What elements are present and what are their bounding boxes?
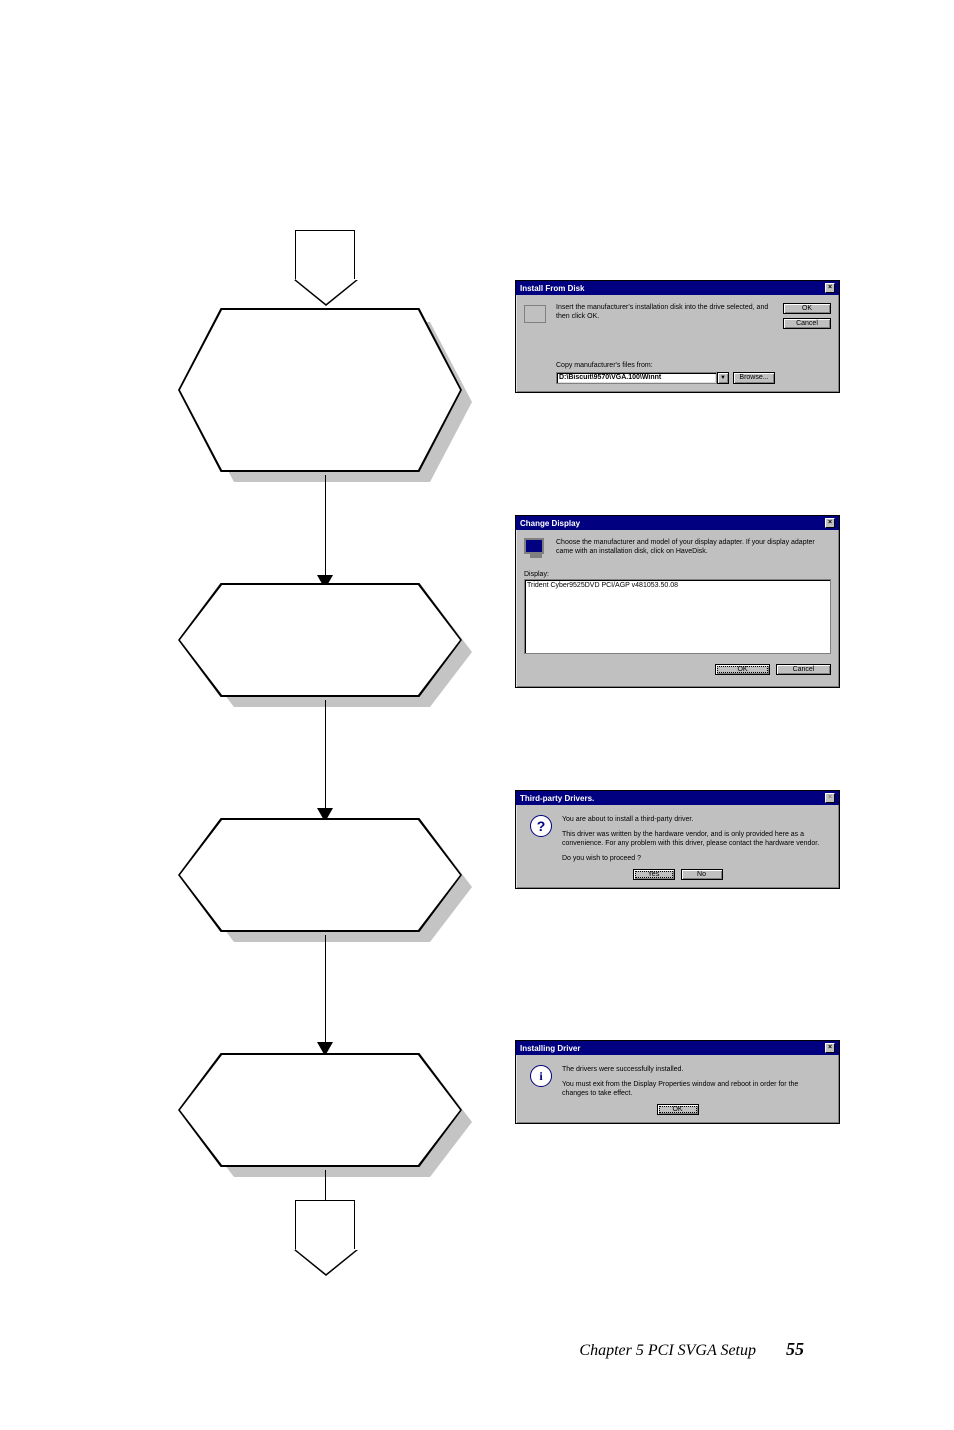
list-item[interactable]: Trident Cyber9525DVD PCI/AGP v481053.50.…: [527, 582, 828, 589]
footer-chapter: Chapter 5 PCI SVGA Setup: [579, 1342, 756, 1360]
no-button[interactable]: No: [681, 869, 723, 880]
flow-connector-in: [295, 230, 355, 280]
ok-button[interactable]: OK: [657, 1104, 699, 1115]
dialog-change-display: Change Display × Choose the manufacturer…: [515, 515, 840, 688]
titlebar-driver: Installing Driver ×: [516, 1041, 839, 1055]
title-text: Third-party Drivers.: [520, 794, 594, 803]
display-label: Display:: [524, 570, 831, 579]
close-icon[interactable]: ×: [825, 1043, 835, 1053]
close-icon: ×: [825, 793, 835, 803]
flow-arrow-1: [325, 475, 326, 580]
flow-arrow-3: [325, 935, 326, 1043]
display-listbox[interactable]: Trident Cyber9525DVD PCI/AGP v481053.50.…: [524, 579, 831, 654]
title-text: Change Display: [520, 519, 580, 528]
close-icon[interactable]: ×: [825, 518, 835, 528]
page-footer: Chapter 5 PCI SVGA Setup 55: [579, 1339, 804, 1360]
titlebar-third: Third-party Drivers. ×: [516, 791, 839, 805]
dialog-installing-driver: Installing Driver × i The drivers were s…: [515, 1040, 840, 1124]
flow-arrow-2: [325, 700, 326, 810]
disk-icon: [524, 303, 548, 327]
path-input[interactable]: D:\Biscuit\9570\VGA.100\Winnt: [556, 372, 717, 384]
third-line2: This driver was written by the hardware …: [562, 830, 825, 848]
install-instruction-text: Insert the manufacturer's installation d…: [556, 303, 775, 321]
cancel-button[interactable]: Cancel: [776, 664, 831, 675]
info-icon: i: [530, 1065, 554, 1089]
dropdown-arrow-icon[interactable]: ▼: [717, 372, 729, 384]
driver-line1: The drivers were successfully installed.: [562, 1065, 825, 1074]
cancel-button[interactable]: Cancel: [783, 318, 831, 329]
flow-arrow-4: [325, 1170, 326, 1200]
third-line1: You are about to install a third-party d…: [562, 815, 825, 824]
monitor-icon: [524, 538, 548, 562]
title-text: Install From Disk: [520, 284, 584, 293]
title-text: Installing Driver: [520, 1044, 580, 1053]
titlebar-install: Install From Disk ×: [516, 281, 839, 295]
driver-line2: You must exit from the Display Propertie…: [562, 1080, 825, 1098]
browse-button[interactable]: Browse...: [733, 372, 775, 384]
dialog-third-party: Third-party Drivers. × ? You are about t…: [515, 790, 840, 889]
yes-button[interactable]: Yes: [633, 869, 675, 880]
page-root: Install From Disk × Insert the manufactu…: [0, 0, 954, 1430]
third-line3: Do you wish to proceed ?: [562, 854, 825, 863]
dialog-install-from-disk: Install From Disk × Insert the manufactu…: [515, 280, 840, 393]
question-icon: ?: [530, 815, 554, 839]
ok-button[interactable]: OK: [783, 303, 831, 314]
titlebar-change: Change Display ×: [516, 516, 839, 530]
change-instruction-text: Choose the manufacturer and model of you…: [556, 538, 831, 562]
close-icon[interactable]: ×: [825, 283, 835, 293]
copy-from-label: Copy manufacturer's files from:: [556, 361, 775, 370]
ok-button[interactable]: OK: [715, 664, 770, 675]
footer-page-number: 55: [786, 1339, 804, 1360]
flow-connector-out: [295, 1200, 355, 1250]
